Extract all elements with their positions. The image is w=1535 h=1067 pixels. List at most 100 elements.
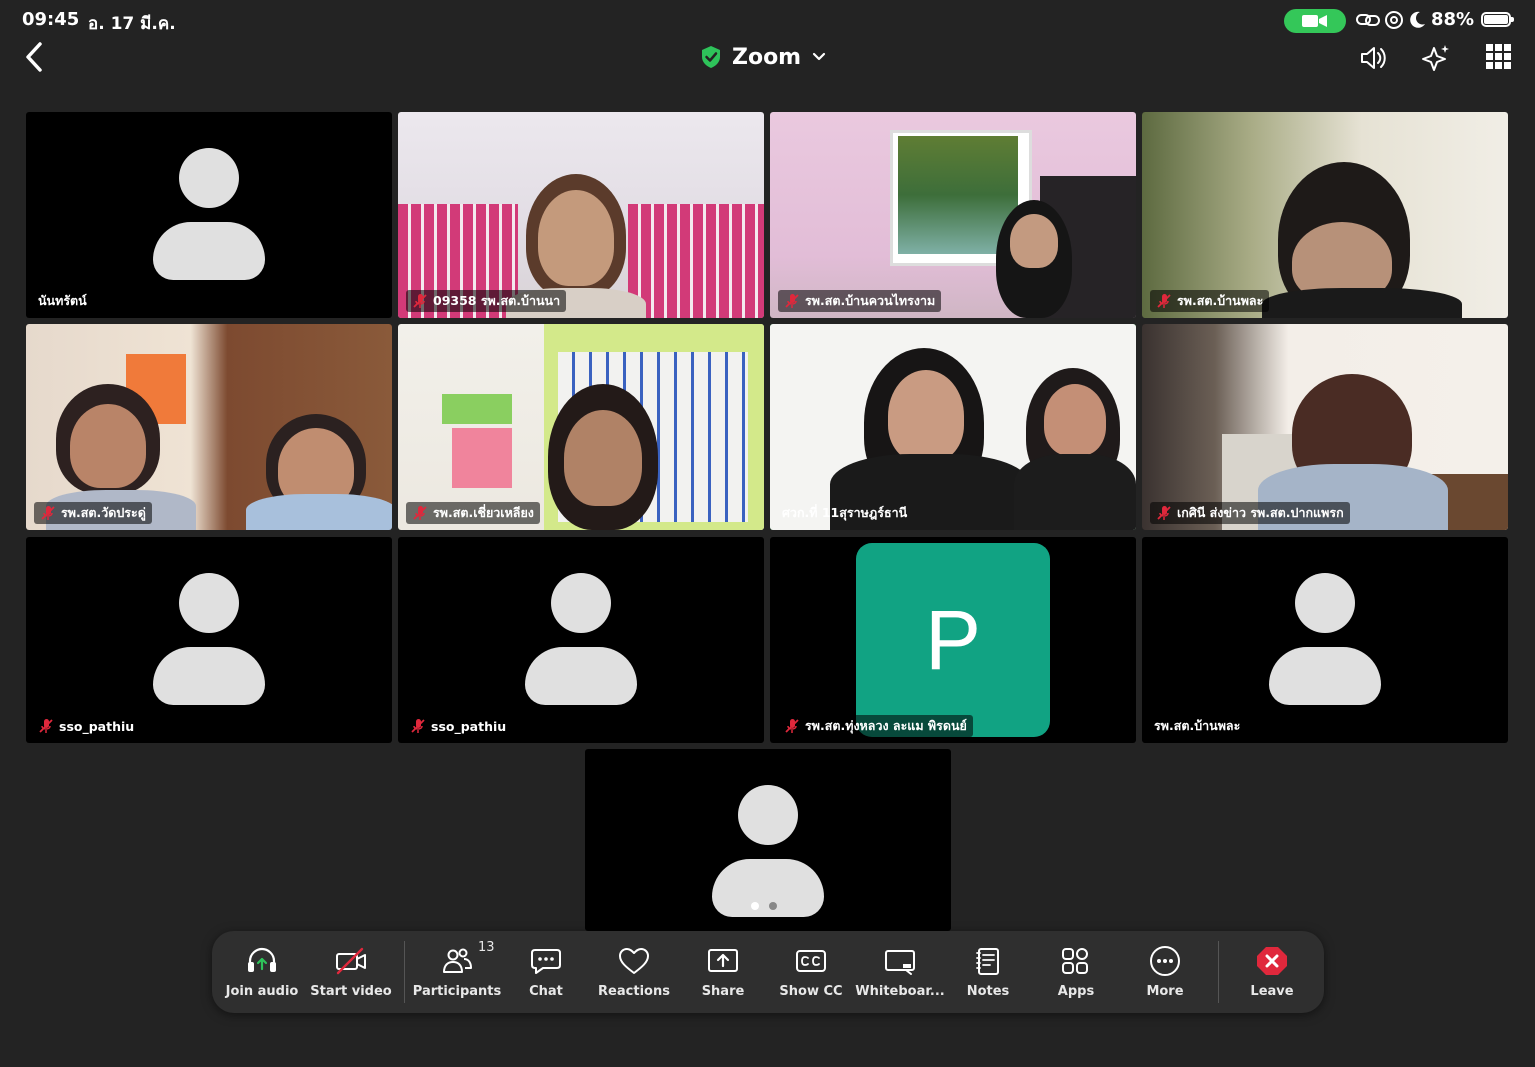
status-date: อ. 17 มี.ค. xyxy=(88,14,176,34)
participant-tile[interactable]: sso_pathiu xyxy=(398,537,764,743)
participant-video xyxy=(398,112,764,318)
start-video-button[interactable]: Start video xyxy=(310,931,392,1013)
participant-tile-active-speaker[interactable]: ศวก.ที่ 11สุราษฎร์ธานี xyxy=(770,324,1136,530)
participant-name: เกศินี ส่งข่าว รพ.สต.ปากแพรก xyxy=(1177,505,1344,520)
leave-icon xyxy=(1257,947,1287,975)
leave-label: Leave xyxy=(1250,984,1294,999)
participants-label: Participants xyxy=(412,984,502,999)
participant-name: ศวก.ที่ 11สุราษฎร์ธานี xyxy=(782,505,908,520)
join-audio-label: Join audio xyxy=(225,984,299,999)
show-cc-button[interactable]: Show CC xyxy=(776,931,846,1013)
apps-icon xyxy=(1062,948,1088,974)
participant-name-tag: sso_pathiu xyxy=(34,715,140,737)
page-dot[interactable] xyxy=(751,902,759,910)
letter-avatar: P xyxy=(856,543,1050,737)
video-off-icon xyxy=(336,947,366,975)
participant-tile[interactable]: sso_pathiu xyxy=(26,537,392,743)
avatar-placeholder-icon xyxy=(179,573,239,633)
participant-video xyxy=(770,324,1136,530)
gallery-view-button[interactable] xyxy=(1484,42,1516,74)
participant-tile[interactable]: รพ.สต.บ้านควนไทรงาม xyxy=(770,112,1136,318)
participant-name-tag: รพ.สต.เชี่ยวเหลียง xyxy=(406,502,540,524)
participant-name: 09358 รพ.สต.บ้านนา xyxy=(433,293,561,308)
participant-tile[interactable]: รพ.สต.เชี่ยวเหลียง xyxy=(398,324,764,530)
mic-muted-icon xyxy=(413,506,427,520)
participant-name: sso_pathiu xyxy=(431,718,507,734)
speaker-button[interactable] xyxy=(1358,42,1390,74)
participant-video xyxy=(26,324,392,530)
participant-name-tag: 09358 รพ.สต.บ้านนา xyxy=(406,290,567,312)
moon-icon xyxy=(1410,11,1425,28)
share-label: Share xyxy=(701,984,745,999)
participant-name: sso_pathiu xyxy=(59,718,135,734)
back-chevron-icon xyxy=(26,42,42,72)
meeting-title-menu[interactable]: Zoom xyxy=(700,40,827,74)
participant-name: รพ.สต.ทุ่งหลวง ละแม พิรดนย์ xyxy=(805,718,967,733)
mic-muted-icon xyxy=(41,506,55,520)
participant-name-tag: นันทรัตน์ xyxy=(34,290,93,312)
link-icon xyxy=(1356,14,1380,26)
participant-tile[interactable]: นันทรัตน์ xyxy=(26,112,392,318)
more-icon xyxy=(1150,946,1180,976)
avatar-placeholder-icon xyxy=(738,785,798,845)
chevron-down-icon xyxy=(813,52,826,61)
participant-name-tag: รพ.สต.บ้านพละ xyxy=(1150,290,1270,312)
avatar-placeholder-icon xyxy=(551,573,611,633)
notes-label: Notes xyxy=(966,984,1010,999)
status-time: 09:45 xyxy=(22,9,80,30)
apps-button[interactable]: Apps xyxy=(1042,931,1110,1013)
participant-tile[interactable]: 09358 รพ.สต.บ้านนา xyxy=(398,112,764,318)
participant-video xyxy=(398,324,764,530)
participant-tile[interactable]: P รพ.สต.ทุ่งหลวง ละแม พิรดนย์ xyxy=(770,537,1136,743)
leave-button[interactable]: Leave xyxy=(1236,931,1308,1013)
show-cc-label: Show CC xyxy=(779,984,843,999)
participants-count-badge: 13 xyxy=(478,940,495,955)
participant-name-tag: รพ.สต.บ้านควนไทรงาม xyxy=(778,290,942,312)
participant-tile[interactable]: เกศินี ส่งข่าว รพ.สต.ปากแพรก xyxy=(1142,324,1508,530)
mic-muted-icon xyxy=(39,719,53,733)
participant-name-tag: เกศินี ส่งข่าว รพ.สต.ปากแพรก xyxy=(1150,502,1350,524)
camera-in-use-icon xyxy=(1284,9,1346,33)
notes-button[interactable]: Notes xyxy=(954,931,1022,1013)
join-audio-button[interactable]: Join audio xyxy=(224,931,300,1013)
notes-icon xyxy=(976,948,999,975)
participants-icon xyxy=(443,948,472,973)
participant-name-tag: sso_pathiu xyxy=(406,715,512,737)
headphones-icon xyxy=(248,947,276,972)
page-dot[interactable] xyxy=(769,902,777,910)
participant-name-tag: ศวก.ที่ 11สุราษฎร์ธานี xyxy=(778,502,913,524)
at-icon xyxy=(1385,11,1403,29)
status-bar: 09:45 อ. 17 มี.ค. 88% xyxy=(0,0,1535,40)
avatar-placeholder-icon xyxy=(1295,573,1355,633)
participant-name-tag: รพ.สต.วัดประดู่ xyxy=(34,502,152,524)
mic-muted-icon xyxy=(413,294,427,308)
participant-tile[interactable]: รพ.สต.บ้านพละ xyxy=(1142,537,1508,743)
battery-icon xyxy=(1481,12,1514,27)
mic-muted-icon xyxy=(785,294,799,308)
heart-icon xyxy=(619,948,649,974)
participant-video xyxy=(1142,112,1508,318)
apps-label: Apps xyxy=(1057,984,1095,999)
participant-name: รพ.สต.บ้านควนไทรงาม xyxy=(805,293,936,308)
chat-button[interactable]: Chat xyxy=(512,931,580,1013)
participant-name: รพ.สต.วัดประดู่ xyxy=(61,505,146,520)
more-button[interactable]: More xyxy=(1130,931,1200,1013)
participant-video xyxy=(1142,324,1508,530)
reactions-button[interactable]: Reactions xyxy=(594,931,674,1013)
participant-tile[interactable]: รพ.สต.วัดประดู่ xyxy=(26,324,392,530)
whiteboard-label: Whiteboar... xyxy=(855,984,945,999)
whiteboard-button[interactable]: Whiteboar... xyxy=(855,931,945,1013)
whiteboard-icon xyxy=(885,950,915,975)
participant-name: นันทรัตน์ xyxy=(38,293,87,308)
mic-muted-icon xyxy=(411,719,425,733)
participant-video xyxy=(770,112,1136,318)
ai-companion-button[interactable] xyxy=(1420,42,1452,74)
start-video-label: Start video xyxy=(310,984,392,999)
chat-label: Chat xyxy=(529,984,563,999)
page-indicator xyxy=(751,902,777,910)
share-button[interactable]: Share xyxy=(688,931,758,1013)
back-button[interactable] xyxy=(20,40,50,74)
grid-icon xyxy=(1486,44,1511,69)
participant-name-tag: รพ.สต.ทุ่งหลวง ละแม พิรดนย์ xyxy=(778,715,973,737)
participant-tile[interactable]: รพ.สต.บ้านพละ xyxy=(1142,112,1508,318)
